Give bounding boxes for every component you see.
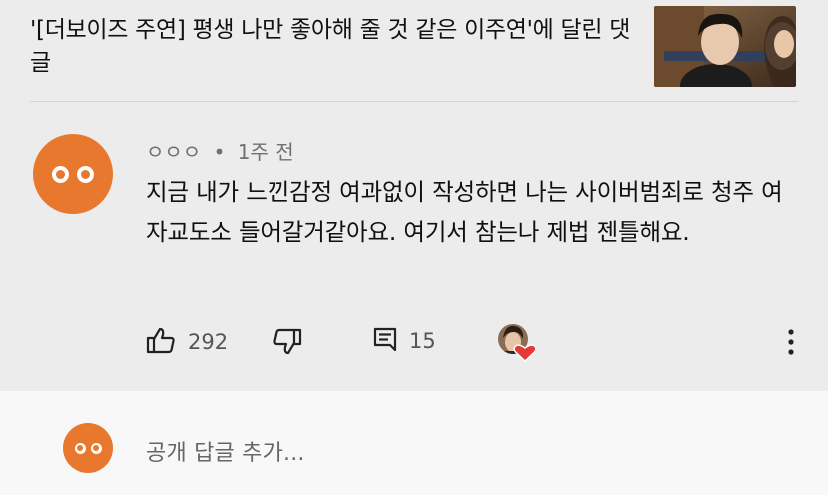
like-count: 292 xyxy=(188,330,229,354)
comment: ㅇㅇㅇ • 1주 전 지금 내가 느낀감정 여과없이 작성하면 나는 사이버범죄… xyxy=(0,102,828,390)
video-title[interactable]: '[더보이즈 주연] 평생 나만 좋아해 줄 것 같은 이주연'에 달린 댓글 xyxy=(30,14,635,80)
meta-separator: • xyxy=(213,140,226,164)
comment-meta: ㅇㅇㅇ • 1주 전 xyxy=(146,136,294,165)
reply-count: 15 xyxy=(409,329,436,353)
avatar-eye xyxy=(77,165,94,183)
video-thumbnail[interactable] xyxy=(654,6,796,87)
avatar-eye xyxy=(90,442,102,454)
reply-bar[interactable]: 공개 답글 추가... xyxy=(0,391,828,495)
avatar-eye xyxy=(74,442,86,454)
comment-author[interactable]: ㅇㅇㅇ xyxy=(146,140,201,164)
user-avatar xyxy=(63,423,113,473)
replies-button[interactable]: 15 xyxy=(373,326,436,356)
commenter-avatar[interactable] xyxy=(33,134,113,214)
comment-text: 지금 내가 느낀감정 여과없이 작성하면 나는 사이버범죄로 청주 여자교도소 … xyxy=(146,178,783,246)
like-button[interactable]: 292 xyxy=(146,326,228,358)
avatar-eye xyxy=(52,165,69,183)
video-header[interactable]: '[더보이즈 주연] 평생 나만 좋아해 줄 것 같은 이주연'에 달린 댓글 xyxy=(0,0,828,100)
comment-time: 1주 전 xyxy=(237,140,294,164)
comment-icon xyxy=(373,326,397,356)
more-vert-icon[interactable] xyxy=(780,328,802,356)
creator-heart-icon xyxy=(497,322,535,362)
dislike-button[interactable] xyxy=(272,328,302,360)
comment-actions: 292 15 xyxy=(0,322,828,362)
thumbs-down-icon xyxy=(272,328,302,360)
thumbs-up-icon xyxy=(146,326,176,358)
reply-input[interactable]: 공개 답글 추가... xyxy=(146,435,305,467)
